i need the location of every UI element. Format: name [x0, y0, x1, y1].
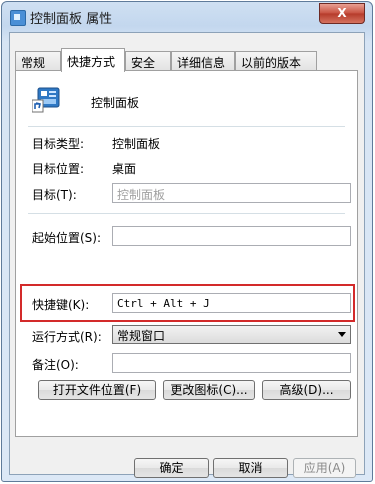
control-panel-icon [10, 10, 26, 26]
advanced-button[interactable]: 高级(D)... [262, 380, 351, 400]
change-icon-button[interactable]: 更改图标(C)... [163, 380, 255, 400]
run-select-value: 常规窗口 [117, 329, 166, 343]
cancel-button[interactable]: 取消 [213, 458, 288, 478]
close-button[interactable]: X [319, 3, 365, 24]
separator [28, 126, 345, 127]
window-title: 控制面板 属性 [30, 12, 113, 27]
apply-button[interactable]: 应用(A) [293, 458, 356, 478]
shortcut-panel: 控制面板 目标类型: 控制面板 目标位置: 桌面 目标(T): 控制面板 起始位… [15, 70, 358, 437]
tab-previous-versions[interactable]: 以前的版本 [235, 51, 317, 70]
target-location-value: 桌面 [112, 162, 137, 176]
control-panel-app-icon [32, 87, 60, 113]
chevron-down-icon [338, 332, 346, 337]
hotkey-label: 快捷键(K): [32, 298, 90, 312]
properties-dialog: 控制面板 属性 X 常规 快捷方式 安全 详细信息 以前的版本 控制面板 目标类… [1, 1, 373, 482]
tab-security[interactable]: 安全 [125, 51, 171, 70]
tab-general[interactable]: 常规 [15, 51, 61, 70]
run-select[interactable]: 常规窗口 [112, 325, 351, 344]
target-label: 目标(T): [32, 188, 77, 202]
target-type-value: 控制面板 [112, 137, 161, 151]
open-file-location-button[interactable]: 打开文件位置(F) [38, 380, 156, 400]
dialog-body: 常规 快捷方式 安全 详细信息 以前的版本 控制面板 目标类型: 控制面板 目标… [9, 32, 365, 478]
title-bar[interactable]: 控制面板 属性 X [2, 2, 372, 32]
comment-field[interactable] [112, 353, 351, 373]
separator [28, 213, 345, 214]
shortcut-name: 控制面板 [91, 96, 140, 110]
start-in-label: 起始位置(S): [32, 231, 102, 245]
target-type-label: 目标类型: [32, 137, 85, 151]
ok-button[interactable]: 确定 [134, 458, 209, 478]
target-field[interactable]: 控制面板 [112, 183, 351, 203]
start-in-field[interactable] [112, 226, 351, 246]
run-label: 运行方式(R): [32, 330, 102, 344]
tab-details[interactable]: 详细信息 [171, 51, 235, 70]
comment-label: 备注(O): [32, 358, 79, 372]
hotkey-field[interactable]: Ctrl + Alt + J [112, 293, 351, 313]
tab-shortcut[interactable]: 快捷方式 [61, 48, 125, 72]
target-location-label: 目标位置: [32, 162, 85, 176]
